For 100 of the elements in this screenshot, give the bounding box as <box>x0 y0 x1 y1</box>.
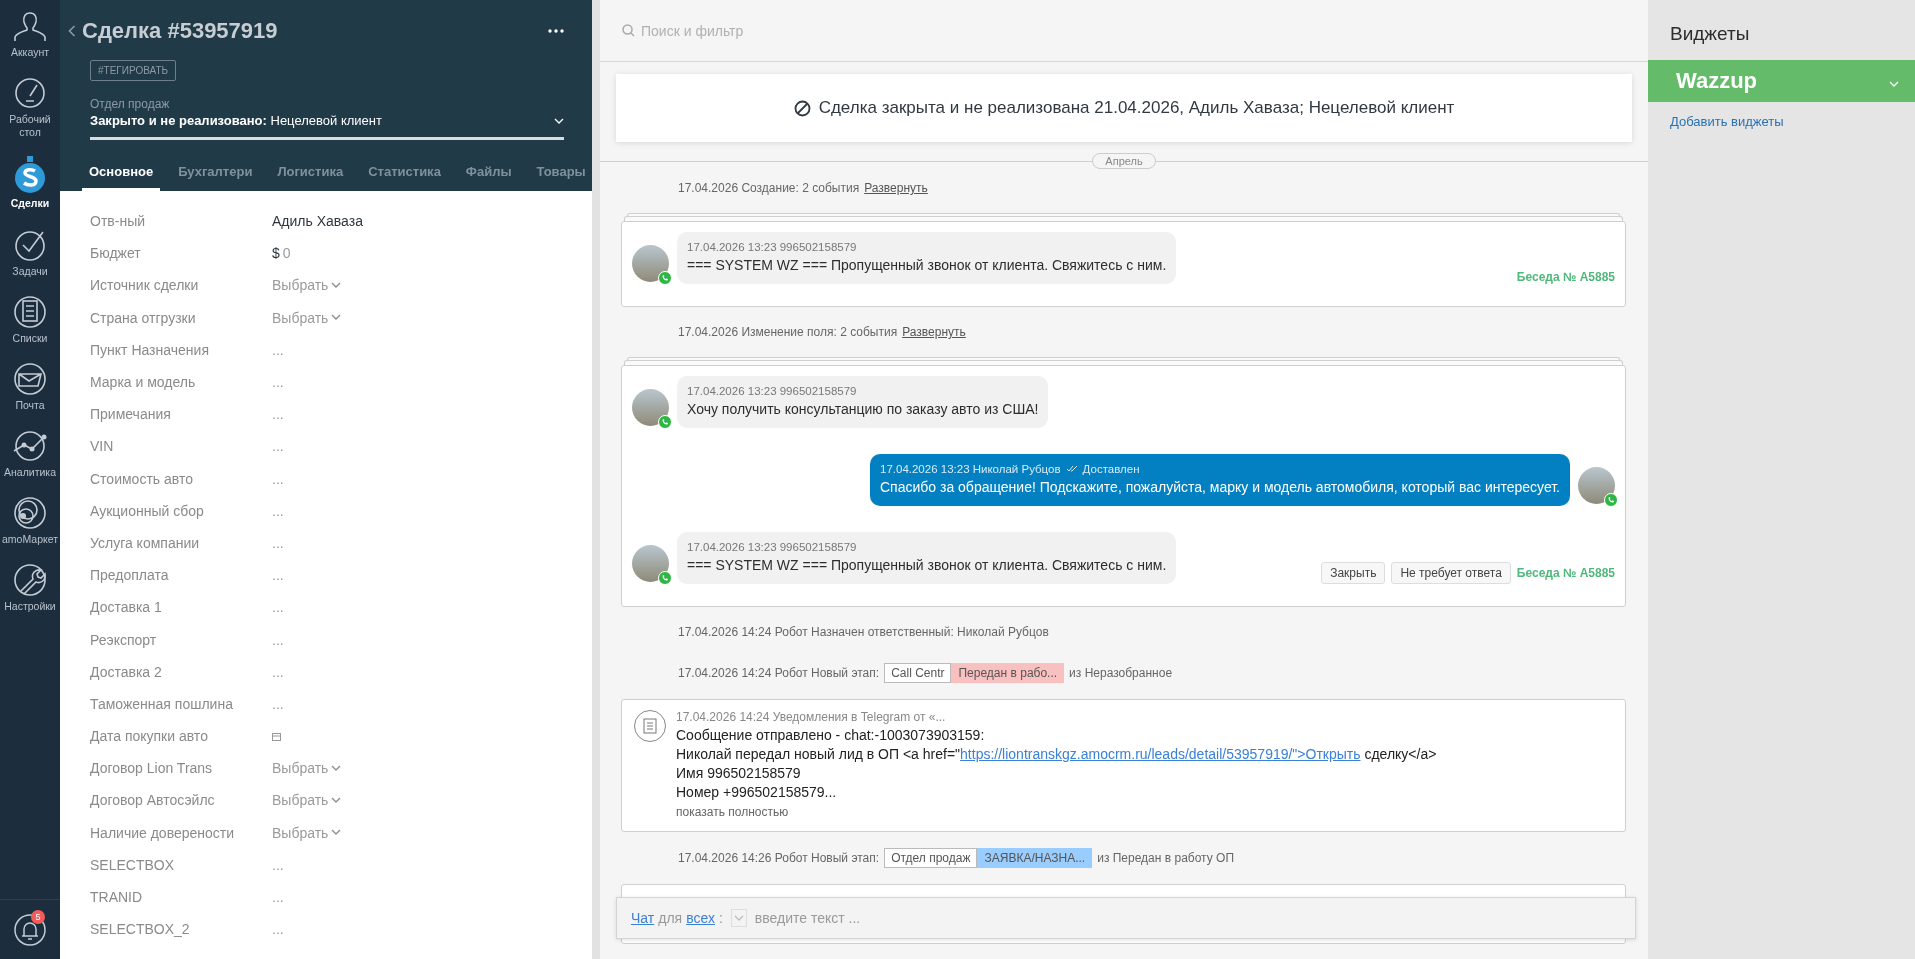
audience-link[interactable]: всех <box>686 910 715 926</box>
tab[interactable]: Файлы <box>458 158 519 191</box>
note-line: Имя 996502158579 <box>676 765 802 781</box>
empty-field[interactable]: ... <box>272 631 592 648</box>
action-button[interactable]: Не требует ответа <box>1391 562 1511 584</box>
empty-field[interactable]: ... <box>272 921 592 938</box>
field-label: Пункт Назначения <box>90 341 210 358</box>
empty-field[interactable]: ... <box>272 695 592 712</box>
dropdown-toggle[interactable] <box>730 909 747 927</box>
calendar-icon[interactable] <box>272 732 281 742</box>
select-dropdown[interactable]: Выбрать <box>272 760 592 777</box>
nav-item[interactable]: Рабочий стол <box>0 67 60 148</box>
event-text: 17.04.2026 14:26 Робот Новый этап: <box>678 851 880 865</box>
event-summary: 17.04.2026 Создание: 2 события <box>678 181 860 195</box>
empty-field[interactable]: ... <box>272 599 592 616</box>
tab[interactable]: Логистика <box>270 158 351 191</box>
select-dropdown[interactable]: Выбрать <box>272 824 592 841</box>
tag-button[interactable]: #ТЕГИРОВАТЬ <box>90 60 177 81</box>
conversation-link[interactable]: Беседа № A5885 <box>1516 270 1615 284</box>
field-label: Реэкспорт <box>90 631 158 648</box>
chevron-down-icon <box>331 829 342 837</box>
chevron-down-icon <box>733 914 744 922</box>
show-more-link[interactable]: показать полностью <box>676 805 1437 819</box>
pipeline-tag: Отдел продаж <box>884 848 978 868</box>
chevron-down-icon <box>331 281 342 289</box>
nav-item[interactable]: amoМаркет <box>0 487 60 555</box>
expand-link[interactable]: Развернуть <box>902 325 966 339</box>
double-check-icon <box>1065 465 1078 473</box>
chevron-down-icon <box>1889 81 1899 88</box>
note-line: Номер +996502158579... <box>676 784 838 800</box>
back-icon[interactable] <box>68 25 76 37</box>
nav-item[interactable]: Аккаунт <box>0 0 60 68</box>
status-select[interactable]: Закрыто и не реализовано: Нецелевой клиент <box>90 113 382 128</box>
empty-field[interactable]: ... <box>272 856 592 873</box>
chart-icon <box>11 428 49 463</box>
more-icon[interactable] <box>548 29 564 33</box>
stage-tag: ЗАЯВКА/НАЗНА... <box>977 848 1093 868</box>
mail-icon <box>13 361 47 396</box>
message-input[interactable]: введите текст ... <box>754 910 861 926</box>
chevron-down-icon <box>331 796 342 804</box>
note-line: Николай передал новый лид в ОП <a href="https://liontranskgz.amocrm.ru/leads/detail/53957919/">Открыть сделку</a> <box>676 746 1437 762</box>
empty-field[interactable]: ... <box>272 502 592 519</box>
note-meta: 17.04.2026 14:24 Уведомления в Telegram от «... <box>676 710 947 724</box>
empty-field[interactable]: ... <box>272 438 592 455</box>
event-summary: 17.04.2026 Изменение поля: 2 события <box>678 325 898 339</box>
tab[interactable]: Бухгалтери <box>171 158 260 191</box>
chat-label: для <box>658 910 683 926</box>
field-label: Отв-ный <box>90 213 146 230</box>
stage-tag: Передан в рабо... <box>951 663 1065 683</box>
empty-field[interactable]: ... <box>272 889 592 906</box>
empty-field[interactable]: ... <box>272 341 592 358</box>
nav-item[interactable]: Почта <box>0 352 60 420</box>
widget-header[interactable]: Wazzup <box>1648 60 1915 102</box>
expand-link[interactable]: Развернуть <box>864 181 928 195</box>
nav-item[interactable]: Настройки <box>0 554 60 622</box>
empty-field[interactable]: ... <box>272 406 592 423</box>
field-label: Марка и модель <box>90 374 197 391</box>
circles-icon <box>13 496 47 530</box>
add-widgets-link[interactable]: Добавить виджеты <box>1648 102 1915 129</box>
tab[interactable]: Основное <box>82 158 161 191</box>
conversation-link[interactable]: Беседа № A5885 <box>1516 566 1615 580</box>
pipeline-label: Отдел продаж <box>90 97 171 111</box>
event-text: 17.04.2026 14:24 Робот Новый этап: <box>678 666 880 680</box>
link[interactable]: https://liontranskgz.amocrm.ru/leads/detail/53957919/">Открыть <box>960 746 1361 762</box>
field-label: Стоимость авто <box>90 470 194 487</box>
select-dropdown[interactable]: Выбрать <box>272 792 592 809</box>
field-label: TRANID <box>90 889 144 906</box>
field-value[interactable]: Адиль Хаваза <box>272 213 592 230</box>
empty-field[interactable]: ... <box>272 663 592 680</box>
outgoing-message: 17.04.2026 13:23 Николай Рубцов Доставлен Спасибо за обращение! Подскажите, пожалуйста, марку и модель автомобиля, который вас интересует. <box>870 454 1570 506</box>
chevron-down-icon <box>331 314 342 322</box>
chat-link[interactable]: Чат <box>631 910 655 926</box>
tab[interactable]: Товары <box>529 158 593 191</box>
empty-field[interactable]: ... <box>272 534 592 551</box>
select-dropdown[interactable]: Выбрать <box>272 309 592 326</box>
chevron-down-icon <box>331 764 342 772</box>
nav-item[interactable]: Списки <box>0 285 60 353</box>
field-label: SELECTBOX_2 <box>90 921 191 938</box>
deal-title: Сделка #53957919 <box>82 18 278 44</box>
field-label: VIN <box>90 438 115 455</box>
nav-item[interactable]: Сделки <box>0 147 60 219</box>
nav-item[interactable]: Задачи <box>0 218 60 286</box>
bell-icon[interactable] <box>14 913 46 946</box>
phone-badge-icon <box>658 415 672 429</box>
field-label: Примечания <box>90 406 172 423</box>
empty-field[interactable]: ... <box>272 374 592 391</box>
field-label: Страна отгрузки <box>90 309 197 326</box>
empty-field[interactable]: ... <box>272 470 592 487</box>
wrench-icon <box>13 563 47 598</box>
field-label: Аукционный сбор <box>90 502 205 519</box>
incoming-message: 17.04.2026 13:23 996502158579 === SYSTEM WZ === Пропущенный звонок от клиента. Свяжитесь с ним. <box>677 232 1177 284</box>
gauge-icon <box>13 76 47 111</box>
prohibited-icon <box>793 99 811 117</box>
nav-item[interactable]: Аналитика <box>0 419 60 487</box>
empty-field[interactable]: ... <box>272 567 592 584</box>
action-button[interactable]: Закрыть <box>1321 562 1386 584</box>
tab[interactable]: Статистика <box>361 158 448 191</box>
select-dropdown[interactable]: Выбрать <box>272 277 592 294</box>
field-value[interactable]: $ 0 <box>272 245 592 262</box>
field-label: Доставка 1 <box>90 599 163 616</box>
